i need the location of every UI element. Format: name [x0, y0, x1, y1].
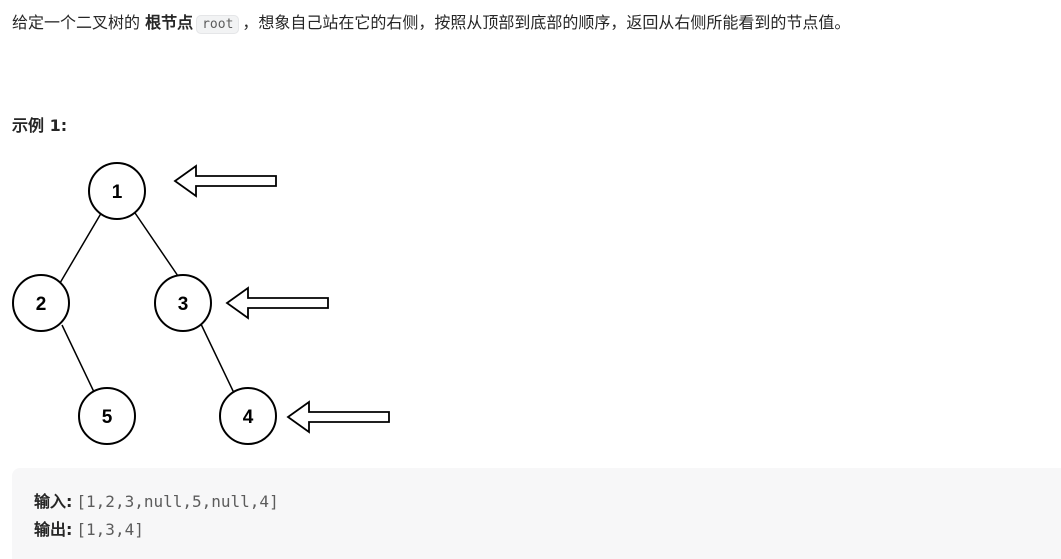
edge-2-5 [61, 324, 95, 393]
tree-node-2: 2 [12, 274, 70, 332]
output-line: 输出: [1,3,4] [34, 518, 144, 542]
description-code-term: root [196, 15, 240, 34]
left-arrow-icon [173, 164, 277, 198]
tree-node-5-label: 5 [102, 407, 113, 428]
edge-1-2 [59, 209, 104, 284]
tree-node-4: 4 [219, 387, 277, 445]
input-label: 输入: [34, 492, 73, 511]
edge-1-3 [132, 209, 179, 277]
description-bold-term: 根节点 [145, 13, 194, 32]
left-arrow-icon [286, 400, 390, 434]
tree-node-2-label: 2 [36, 294, 47, 315]
input-value: [1,2,3,null,5,null,4] [76, 492, 279, 511]
left-arrow-icon [225, 286, 329, 320]
output-label: 输出: [34, 520, 73, 539]
tree-node-5: 5 [78, 387, 136, 445]
tree-node-1-label: 1 [112, 182, 123, 203]
input-line: 输入: [1,2,3,null,5,null,4] [34, 490, 279, 514]
tree-node-4-label: 4 [243, 407, 254, 428]
tree-node-3-label: 3 [178, 294, 189, 315]
edge-3-4 [199, 321, 235, 394]
description-suffix: ，想象自己站在它的右侧，按照从顶部到底部的顺序，返回从右侧所能看到的节点值。 [242, 13, 851, 32]
example-title: 示例 1: [12, 116, 68, 135]
tree-node-1: 1 [88, 162, 146, 220]
problem-description: 给定一个二叉树的 根节点 root ，想象自己站在它的右侧，按照从顶部到底部的顺序，… [12, 10, 850, 38]
description-prefix: 给定一个二叉树的 [12, 13, 146, 32]
example-io-block: 输入: [1,2,3,null,5,null,4] 输出: [1,3,4] [12, 468, 1061, 559]
tree-node-3: 3 [154, 274, 212, 332]
output-value: [1,3,4] [76, 520, 144, 539]
binary-tree-diagram: 1 2 3 5 4 [12, 162, 390, 445]
